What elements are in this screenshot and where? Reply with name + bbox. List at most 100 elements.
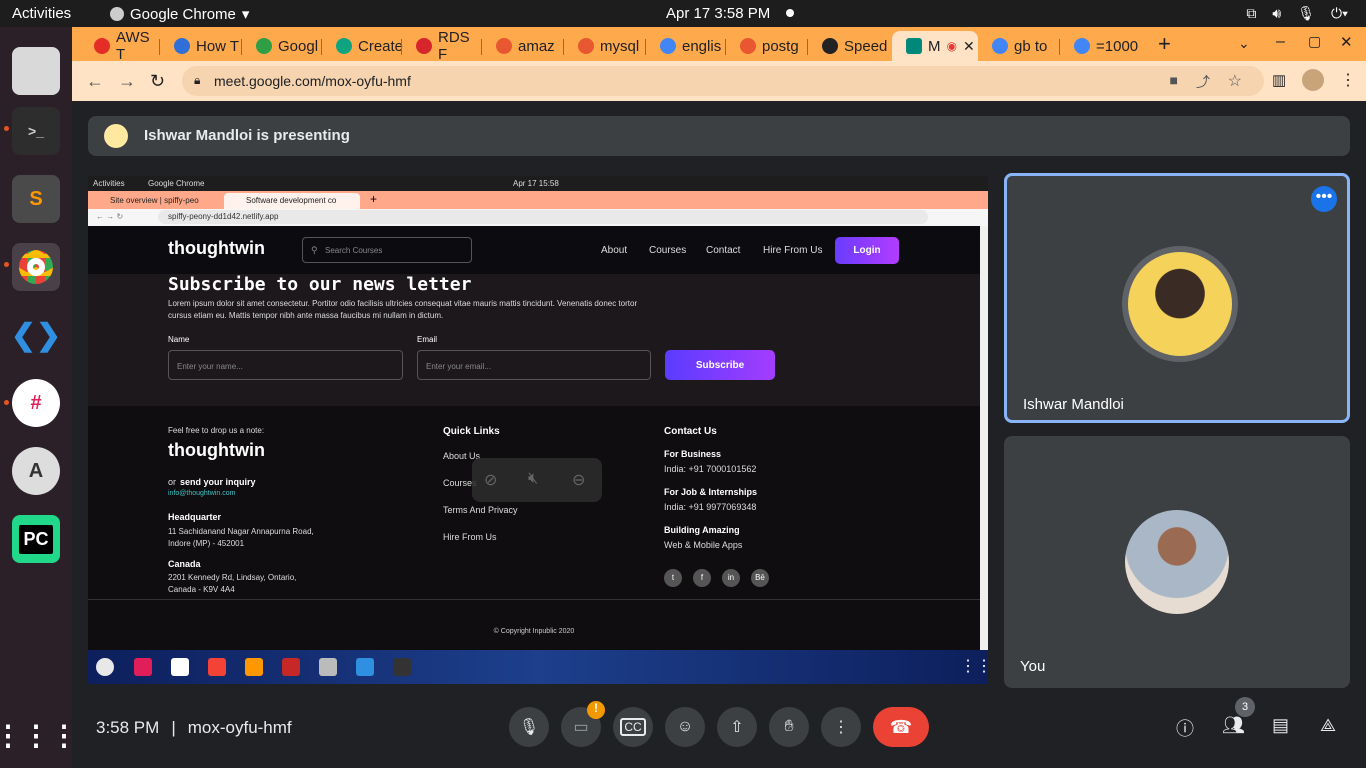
participant-tile-presenter[interactable]: ••• Ishwar Mandloi — [1004, 173, 1350, 423]
tab[interactable]: AWS T — [80, 29, 160, 63]
clock[interactable]: Apr 17 3:58 PM — [666, 5, 770, 22]
new-tab-button[interactable]: + — [1158, 31, 1171, 57]
maximize-button[interactable]: ▢ — [1308, 33, 1321, 50]
google-icon — [992, 38, 1008, 54]
software-updater-icon[interactable]: A — [12, 447, 60, 495]
notification-dot-icon — [786, 9, 794, 17]
tab-label: mysql — [600, 37, 640, 55]
tab[interactable]: =1000 — [1060, 31, 1142, 61]
chrome-icon — [110, 7, 124, 21]
lock-icon: 🔒︎ — [194, 73, 201, 87]
shared-screen[interactable]: Activities Google Chrome Apr 17 15:58 Si… — [88, 176, 988, 684]
tab-label: englis — [682, 37, 722, 55]
footer-hq-title: Headquarter — [168, 512, 222, 522]
vscode-icon[interactable]: ❮❯ — [11, 311, 61, 359]
forward-button[interactable]: → — [118, 71, 136, 92]
info-icon[interactable]: ⓘ — [1176, 715, 1194, 741]
tab[interactable]: postg — [726, 31, 808, 61]
microphone-button[interactable]: 🎙︎ — [509, 707, 549, 747]
site-nav-about: About — [601, 245, 628, 256]
tab[interactable]: RDS F — [402, 29, 482, 63]
tab[interactable]: Googl — [242, 31, 322, 61]
chat-icon[interactable]: ▤ — [1272, 715, 1289, 736]
current-time: 3:58 PM — [96, 718, 160, 737]
shared-tab-label: Site overview | spiffy-peo — [110, 196, 199, 205]
footer-divider — [88, 599, 980, 600]
app-menu[interactable]: Google Chrome ▾ — [110, 5, 249, 23]
quick-link-hire: Hire From Us — [443, 532, 497, 542]
tab-search-icon[interactable]: ⌄ — [1238, 35, 1250, 52]
email-input: Enter your email... — [417, 350, 651, 380]
close-tab-icon[interactable]: ✕ — [963, 38, 975, 55]
participant-tile-self[interactable]: You — [1004, 436, 1350, 688]
share-icon[interactable]: ⤴ — [1196, 72, 1210, 92]
shared-slack-icon — [134, 658, 152, 676]
raise-hand-button[interactable]: ✋︎ — [769, 707, 809, 747]
sound-off-icon: 🔇︎ — [528, 470, 539, 487]
contact-title: Contact Us — [664, 426, 717, 437]
close-window-button[interactable]: ✕ — [1340, 33, 1353, 51]
sublime-icon[interactable]: S — [12, 175, 60, 223]
minimize-button[interactable]: – — [1276, 33, 1285, 51]
tab[interactable]: Speed — [808, 31, 892, 61]
video-icon: ▭ — [573, 719, 589, 736]
shared-files-icon — [319, 658, 337, 676]
camera-button[interactable]: ▭! — [561, 701, 605, 747]
tab[interactable]: mysql — [564, 31, 646, 61]
meet-stage: Ishwar Mandloi is presenting Activities … — [72, 101, 1366, 768]
shared-sublime-icon — [245, 658, 263, 676]
site-nav-courses: Courses — [649, 245, 687, 256]
tab[interactable]: How T — [160, 31, 242, 61]
shared-mute-overlay: ⊘ 🔇︎ ⊖ — [472, 458, 602, 502]
profile-avatar[interactable] — [1302, 69, 1324, 91]
tab-label: M — [928, 37, 941, 55]
more-options-icon[interactable]: ••• — [1311, 186, 1337, 212]
shared-tab-active: Software development co — [224, 193, 360, 209]
camera-icon[interactable]: ■ — [1170, 72, 1178, 88]
email-label: Email — [417, 335, 438, 344]
shared-filezilla-icon — [282, 658, 300, 676]
show-apps-icon[interactable]: ⋮⋮⋮ — [0, 711, 78, 759]
present-screen-icon: ⇧ — [730, 719, 744, 736]
dock: >_ S ❮❯ # A PC ⋮⋮⋮ — [0, 27, 78, 768]
chrome-menu-icon[interactable]: ⋮ — [1340, 70, 1356, 90]
more-options-button[interactable]: ⋮ — [821, 707, 861, 747]
tab[interactable]: Create — [322, 31, 403, 61]
terminal-icon[interactable]: >_ — [12, 107, 60, 155]
footer-canada-addr2: Canada - K9V 4A4 — [168, 585, 235, 594]
leave-call-button[interactable]: ☎︎ — [873, 707, 929, 747]
address-bar[interactable]: 🔒︎ meet.google.com/mox-oyfu-hmf ■ ⤴ ☆ — [182, 66, 1264, 96]
files-icon[interactable] — [12, 47, 60, 95]
shared-tab-label: Software development co — [246, 196, 337, 205]
pycharm-icon[interactable]: PC — [12, 515, 60, 563]
shared-taskbar: ⋮⋮ — [88, 650, 988, 684]
chrome-dock-icon[interactable] — [12, 243, 60, 291]
present-button[interactable]: ⇧ — [717, 707, 757, 747]
footer-hq-addr2: Indore (MP) - 452001 — [168, 539, 245, 548]
activities-button[interactable]: Activities — [12, 5, 71, 22]
hand-icon: ✋︎ — [784, 718, 794, 735]
reload-button[interactable]: ↻ — [150, 71, 165, 92]
back-button[interactable]: ← — [86, 71, 104, 92]
slack-icon[interactable]: # — [12, 379, 60, 427]
shared-scrollbar — [980, 226, 988, 650]
speedtest-icon — [822, 38, 838, 54]
side-panel-icon[interactable]: ▥ — [1272, 71, 1286, 89]
facebook-icon: f — [693, 569, 711, 587]
presenting-text: Ishwar Mandloi is presenting — [144, 127, 350, 144]
reactions-button[interactable]: ☺ — [665, 707, 705, 747]
name-input: Enter your name... — [168, 350, 403, 380]
tab[interactable]: englis — [646, 31, 726, 61]
business-phone: India: +91 7000101562 — [664, 464, 757, 474]
tab[interactable]: amaz — [482, 31, 564, 61]
people-icon[interactable]: 👥︎ — [1222, 715, 1245, 736]
warning-badge-icon: ! — [587, 701, 605, 719]
tab-strip: AWS T How T Googl Create RDS F amaz mysq… — [72, 27, 1366, 63]
activities-icon[interactable]: ⟁ — [1320, 715, 1336, 736]
tab-active[interactable]: M ◉ ✕ — [892, 31, 978, 61]
system-tray[interactable]: ⧉ 🔊︎ 🎙︎ ⏻▾ — [1246, 5, 1348, 22]
bookmark-star-icon[interactable]: ☆ — [1228, 71, 1242, 91]
captions-button[interactable]: CC — [613, 707, 653, 747]
meeting-code: mox-oyfu-hmf — [187, 718, 292, 737]
tab[interactable]: gb to — [978, 31, 1060, 61]
